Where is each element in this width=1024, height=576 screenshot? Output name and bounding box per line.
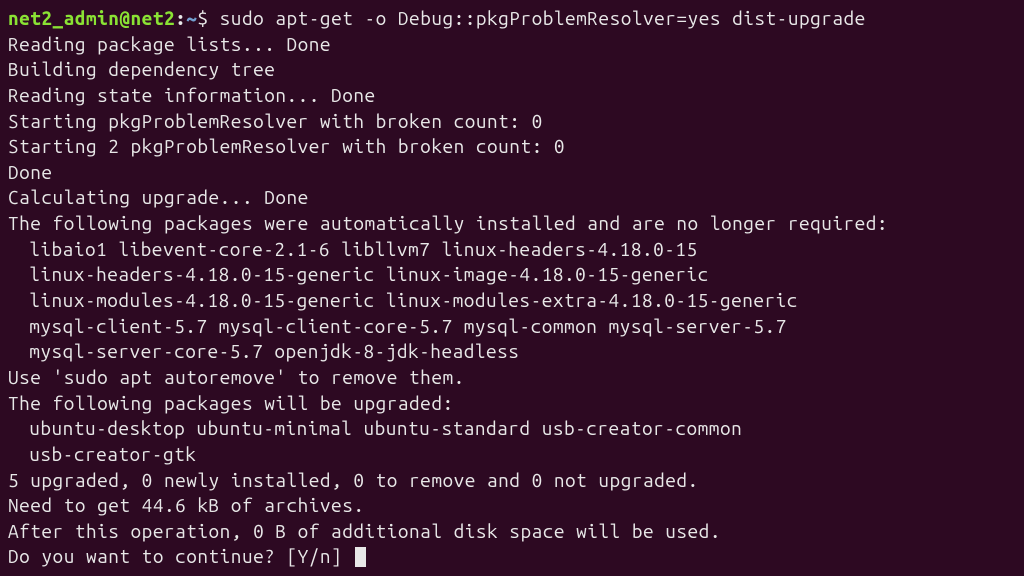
output-line-package: linux-modules-4.18.0-15-generic linux-mo… <box>8 288 1016 314</box>
prompt-path: ~ <box>186 7 197 29</box>
prompt-continue[interactable]: Do you want to continue? [Y/n] <box>8 544 1016 570</box>
prompt-continue-text: Do you want to continue? [Y/n] <box>8 545 353 567</box>
output-line: 5 upgraded, 0 newly installed, 0 to remo… <box>8 468 1016 494</box>
output-line: Reading package lists... Done <box>8 32 1016 58</box>
output-line-package: usb-creator-gtk <box>8 442 1016 468</box>
command-line: net2_admin@net2:~$ sudo apt-get -o Debug… <box>8 6 1016 32</box>
prompt-dollar: $ <box>197 7 219 29</box>
command-text: sudo apt-get -o Debug::pkgProblemResolve… <box>220 7 866 29</box>
output-line-package: libaio1 libevent-core-2.1-6 libllvm7 lin… <box>8 237 1016 263</box>
output-line-package: mysql-server-core-5.7 openjdk-8-jdk-head… <box>8 339 1016 365</box>
output-line-package: linux-headers-4.18.0-15-generic linux-im… <box>8 262 1016 288</box>
output-line: The following packages were automaticall… <box>8 211 1016 237</box>
output-line: Done <box>8 160 1016 186</box>
output-line: Calculating upgrade... Done <box>8 185 1016 211</box>
output-line-package: ubuntu-desktop ubuntu-minimal ubuntu-sta… <box>8 416 1016 442</box>
cursor-icon <box>355 547 366 567</box>
output-line: Building dependency tree <box>8 57 1016 83</box>
output-line: Need to get 44.6 kB of archives. <box>8 493 1016 519</box>
prompt-user-host: net2_admin@net2 <box>8 7 175 29</box>
output-line: Starting pkgProblemResolver with broken … <box>8 109 1016 135</box>
output-line: Starting 2 pkgProblemResolver with broke… <box>8 134 1016 160</box>
output-line: After this operation, 0 B of additional … <box>8 519 1016 545</box>
output-line: The following packages will be upgraded: <box>8 391 1016 417</box>
output-line: Use 'sudo apt autoremove' to remove them… <box>8 365 1016 391</box>
output-line-package: mysql-client-5.7 mysql-client-core-5.7 m… <box>8 314 1016 340</box>
prompt-colon: : <box>175 7 186 29</box>
terminal-window[interactable]: net2_admin@net2:~$ sudo apt-get -o Debug… <box>8 6 1016 570</box>
output-line: Reading state information... Done <box>8 83 1016 109</box>
